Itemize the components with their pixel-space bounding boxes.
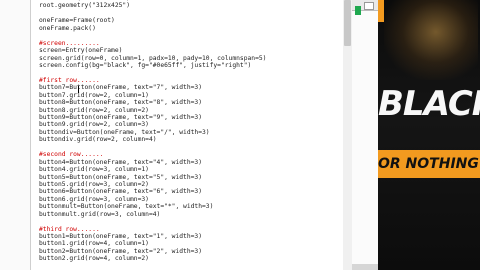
code-line: root.geometry("312x425") [39, 2, 130, 10]
ad-banner-text: OR NOTHING [378, 156, 479, 172]
code-line: screen.config(bg="black", fg="#0e65ff", … [39, 61, 252, 69]
desktop-margin [0, 0, 30, 270]
code-line: buttonmult.grid(row=3, column=4) [39, 210, 161, 218]
code-line: oneFrame.pack() [39, 24, 96, 32]
code-line: button1.grid(row=4, column=1) [39, 240, 149, 248]
code-line: buttondiv.grid(row=2, column=4) [39, 136, 157, 144]
ad-headline: BLACK [378, 84, 480, 124]
code-comment-line: #third row...... [39, 225, 100, 233]
code-comment-line: #screen......... [39, 39, 100, 47]
code-line: screen=Entry(oneFrame) [39, 47, 123, 55]
app-icon [355, 6, 361, 15]
code-editor[interactable]: root.title("Calculator")root.geometry("3… [30, 0, 345, 270]
tk-preview-window [352, 0, 378, 270]
code-line: button9=Button(oneFrame, text="9", width… [39, 114, 203, 121]
code-line: button6.grid(row=3, column=3) [39, 195, 149, 203]
code-line: button5.grid(row=3, column=2) [39, 180, 149, 188]
code-line: button7=Button(oneFrame, text="7", width… [39, 84, 203, 92]
code-line: button8=Button(oneFrame, text="8", width… [39, 99, 203, 107]
code-line: button4.grid(row=3, column=1) [39, 166, 149, 174]
code-line: button1=Button(oneFrame, text="1", width… [39, 233, 203, 240]
code-line: buttonmult=Button(oneFrame, text="*", wi… [39, 203, 214, 211]
code-line: button6=Button(oneFrame, text="6", width… [39, 188, 203, 196]
code-line: button7.grid(row=2, column=1) [39, 91, 149, 99]
code-line: button9.grid(row=2, column=3) [39, 121, 149, 129]
text-cursor [78, 86, 79, 93]
code-comment-line: #first row...... [39, 76, 100, 84]
advertisement[interactable]: BLACK OR NOTHING [378, 0, 480, 270]
code-line: buttondiv=Button(oneFrame, text="/", wid… [39, 128, 210, 136]
code-line: button5=Button(oneFrame, text="5", width… [39, 173, 203, 181]
close-icon[interactable] [364, 2, 374, 10]
code-line: screen.grid(row=0, column=1, padx=10, pa… [39, 54, 267, 62]
code-line: button4=Button(oneFrame, text="4", width… [39, 158, 203, 166]
code-line: button8.grid(row=2, column=2) [39, 106, 149, 114]
ad-accent-tab [378, 0, 384, 22]
preview-bottom-bar [352, 264, 378, 270]
code-line: button2=Button(oneFrame, text="2", width… [39, 247, 203, 255]
ad-banner: OR NOTHING [378, 150, 480, 178]
code-comment-line: #second row...... [39, 151, 104, 159]
scrollbar-thumb[interactable] [344, 0, 351, 46]
code-line: oneFrame=Frame(root) [39, 17, 115, 25]
code-line: button2.grid(row=4, column=2) [39, 255, 149, 263]
code-lines: root.title("Calculator")root.geometry("3… [39, 0, 344, 263]
ad-city-lights [384, 0, 478, 80]
